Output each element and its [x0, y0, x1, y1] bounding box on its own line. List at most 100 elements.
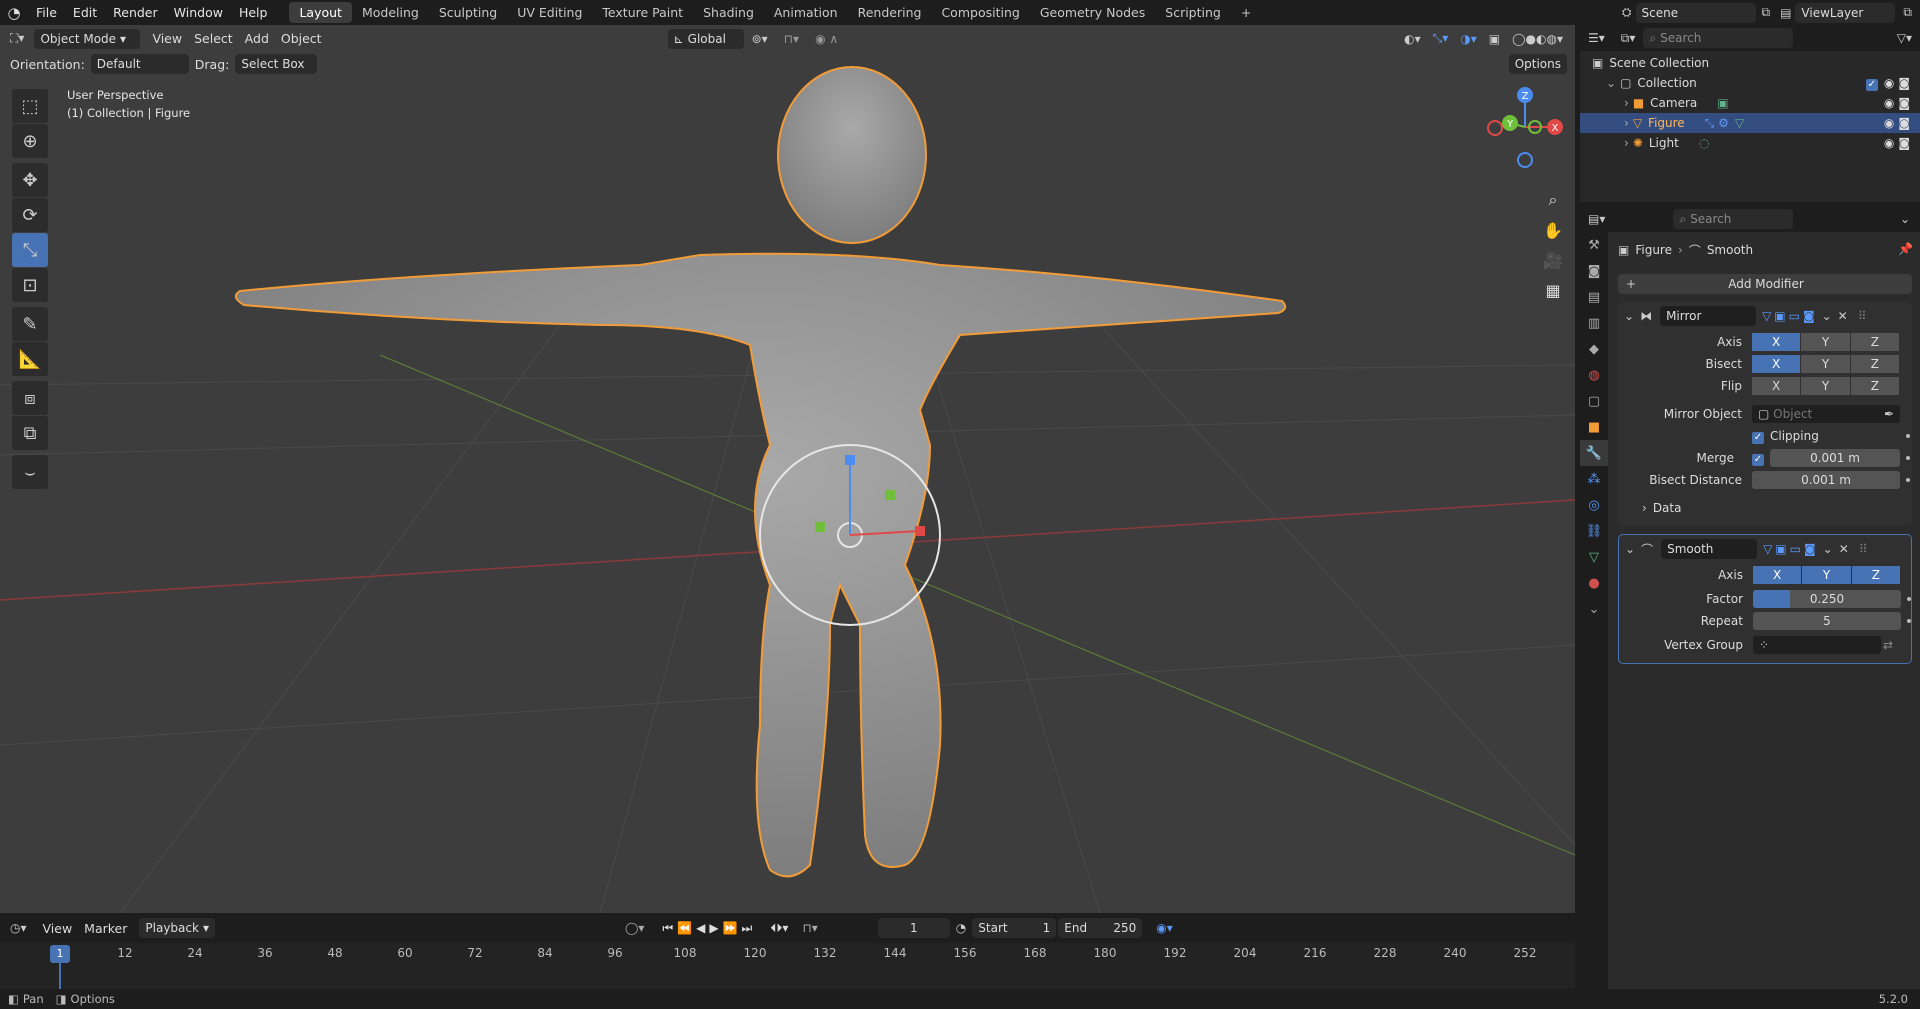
- menu-file[interactable]: File: [28, 0, 65, 25]
- menu-select[interactable]: Select: [188, 31, 239, 46]
- tab-rendering[interactable]: Rendering: [848, 2, 932, 23]
- axis-x-toggle[interactable]: X: [1753, 566, 1802, 584]
- scale-tool-icon[interactable]: ⤡: [12, 233, 48, 267]
- tab-texture-paint[interactable]: Texture Paint: [592, 2, 693, 23]
- drag-handle-icon[interactable]: ⠿: [1859, 542, 1868, 556]
- axis-y-toggle[interactable]: Y: [1801, 333, 1850, 351]
- view-layer-icon[interactable]: ▤: [1776, 6, 1795, 20]
- snap-icon[interactable]: ⊓▾: [776, 32, 807, 46]
- clipping-checkbox[interactable]: ✓: [1752, 429, 1764, 444]
- shading-modes-icon[interactable]: ◯●◐◍▾: [1506, 32, 1575, 46]
- menu-add[interactable]: Add: [239, 31, 275, 46]
- keyframe-dot[interactable]: [1906, 456, 1910, 460]
- axis-y-toggle[interactable]: Y: [1802, 566, 1851, 584]
- playback-controls[interactable]: ⏮⏪◀▶⏩⏭: [654, 921, 764, 936]
- bisect-distance-field[interactable]: 0.001 m: [1752, 471, 1900, 489]
- material-tab-icon[interactable]: ●: [1580, 570, 1608, 596]
- tab-shading[interactable]: Shading: [693, 2, 764, 23]
- bisect-y-toggle[interactable]: Y: [1801, 355, 1850, 373]
- navigation-gizmo[interactable]: Z X Y: [1480, 85, 1570, 175]
- data-subpanel-header[interactable]: › Data: [1618, 498, 1912, 518]
- scene-tab-icon[interactable]: ◆: [1580, 336, 1608, 362]
- bisect-x-toggle[interactable]: X: [1752, 355, 1801, 373]
- keyframe-dot[interactable]: [1907, 619, 1911, 623]
- add-cube-tool-icon[interactable]: ⧈: [12, 381, 48, 415]
- close-icon[interactable]: ✕: [1838, 309, 1848, 323]
- blender-logo-icon[interactable]: ◔: [0, 4, 28, 22]
- properties-editor-icon[interactable]: ▤▾: [1580, 212, 1613, 226]
- clock-icon[interactable]: ◔: [950, 921, 972, 935]
- tab-layout[interactable]: Layout: [289, 2, 352, 23]
- chevron-down-icon[interactable]: ⌄: [1823, 542, 1833, 556]
- more-tabs-icon[interactable]: ⌄: [1580, 596, 1608, 622]
- view-layer-tab-icon[interactable]: ▥: [1580, 310, 1608, 336]
- collection-row[interactable]: ⌄ ▢ Collection ✓ ◉ ◙: [1580, 73, 1920, 93]
- object-tab-icon[interactable]: ■: [1580, 414, 1608, 440]
- annotate-tool-icon[interactable]: ✎: [12, 307, 48, 341]
- scene-icon[interactable]: ⛭: [1618, 5, 1636, 20]
- modifier-tab-icon[interactable]: 🔧: [1580, 440, 1608, 466]
- scene-selector[interactable]: Scene: [1635, 2, 1756, 23]
- axis-x-toggle[interactable]: X: [1752, 333, 1801, 351]
- smooth-name-field[interactable]: Smooth: [1661, 539, 1758, 559]
- camera-render-icon[interactable]: ◙: [1898, 116, 1910, 130]
- menu-edit[interactable]: Edit: [65, 0, 105, 25]
- modifier-visibility-icons[interactable]: ▽▣▭◙: [1762, 309, 1818, 323]
- repeat-field[interactable]: 5: [1753, 612, 1901, 630]
- chevron-down-icon[interactable]: ⌄: [1822, 309, 1832, 323]
- playhead[interactable]: 1: [50, 945, 70, 963]
- eye-icon[interactable]: ◉: [1884, 116, 1894, 130]
- end-frame-field[interactable]: End 250: [1058, 918, 1143, 938]
- drag-selector[interactable]: Select Box: [235, 54, 318, 74]
- timeline-menu-view[interactable]: View: [37, 921, 79, 936]
- eyedropper-icon[interactable]: ✒: [1884, 405, 1894, 423]
- collapse-icon[interactable]: ⌄: [1625, 542, 1635, 556]
- rotate-tool-icon[interactable]: ⟳: [12, 198, 48, 232]
- add-workspace-icon[interactable]: +: [1231, 2, 1261, 23]
- overlay-toggle-icon[interactable]: ◑▾: [1454, 32, 1483, 46]
- outliner-item-figure[interactable]: › ▽ Figure ⤡ ⚙ ▽ ◉ ◙: [1580, 113, 1920, 133]
- gizmo-toggle-icon[interactable]: ⤡▾: [1427, 31, 1455, 46]
- tab-uv-editing[interactable]: UV Editing: [507, 2, 592, 23]
- axis-z-toggle[interactable]: Z: [1850, 333, 1899, 351]
- menu-window[interactable]: Window: [166, 0, 231, 25]
- keyframe-nav-icon[interactable]: ⏴⏵▾: [764, 921, 794, 936]
- tab-animation[interactable]: Animation: [764, 2, 848, 23]
- current-frame-field[interactable]: 1: [877, 918, 950, 938]
- close-icon[interactable]: ✕: [1839, 542, 1849, 556]
- filter-icon[interactable]: ▽▾: [1889, 31, 1920, 45]
- zoom-icon[interactable]: ⌕: [1540, 187, 1566, 213]
- timeline-view-icon[interactable]: ◉▾: [1142, 921, 1181, 935]
- tool-tab-icon[interactable]: ⚒: [1580, 232, 1608, 258]
- add-object-tool-icon[interactable]: ⧉: [12, 416, 48, 450]
- vertex-group-field[interactable]: ⁘: [1753, 636, 1881, 654]
- output-tab-icon[interactable]: ▤: [1580, 284, 1608, 310]
- visibility-icon[interactable]: ◐▾: [1398, 32, 1427, 46]
- collection-tab-icon[interactable]: ▢: [1580, 388, 1608, 414]
- keyframe-dot[interactable]: [1906, 434, 1910, 438]
- chevron-down-icon[interactable]: ⌄: [1890, 212, 1920, 226]
- expand-icon[interactable]: ›: [1624, 136, 1629, 150]
- tab-compositing[interactable]: Compositing: [931, 2, 1029, 23]
- camera-render-icon[interactable]: ◙: [1898, 76, 1910, 90]
- collapse-icon[interactable]: ⌄: [1624, 309, 1634, 323]
- measure-tool-icon[interactable]: 📐: [12, 342, 48, 376]
- editor-type-icon[interactable]: ⛶▾: [0, 31, 34, 46]
- menu-render[interactable]: Render: [105, 0, 166, 25]
- mirror-object-field[interactable]: ▢ Object ✒: [1752, 405, 1900, 423]
- flip-y-toggle[interactable]: Y: [1801, 377, 1850, 395]
- tab-sculpting[interactable]: Sculpting: [429, 2, 507, 23]
- timeline-menu-playback[interactable]: Playback ▾: [139, 918, 215, 938]
- particles-tab-icon[interactable]: ⁂: [1580, 466, 1608, 492]
- outliner-item-light[interactable]: › ✺ Light ◌ ◉ ◙: [1580, 133, 1920, 153]
- merge-checkbox[interactable]: ✓: [1752, 451, 1764, 466]
- start-frame-field[interactable]: Start 1: [972, 918, 1057, 938]
- pin-icon[interactable]: 📌: [1898, 242, 1913, 256]
- 3d-viewport[interactable]: ⛶▾ Object Mode ▾ View Select Add Object ⊾…: [0, 25, 1575, 913]
- keyframe-dot[interactable]: [1907, 597, 1911, 601]
- data-tab-icon[interactable]: ▽: [1580, 544, 1608, 570]
- outliner-editor-icon[interactable]: ☰▾: [1580, 31, 1613, 45]
- menu-object[interactable]: Object: [275, 31, 328, 46]
- timeline-menu-marker[interactable]: Marker: [78, 921, 133, 936]
- eye-icon[interactable]: ◉: [1884, 136, 1894, 150]
